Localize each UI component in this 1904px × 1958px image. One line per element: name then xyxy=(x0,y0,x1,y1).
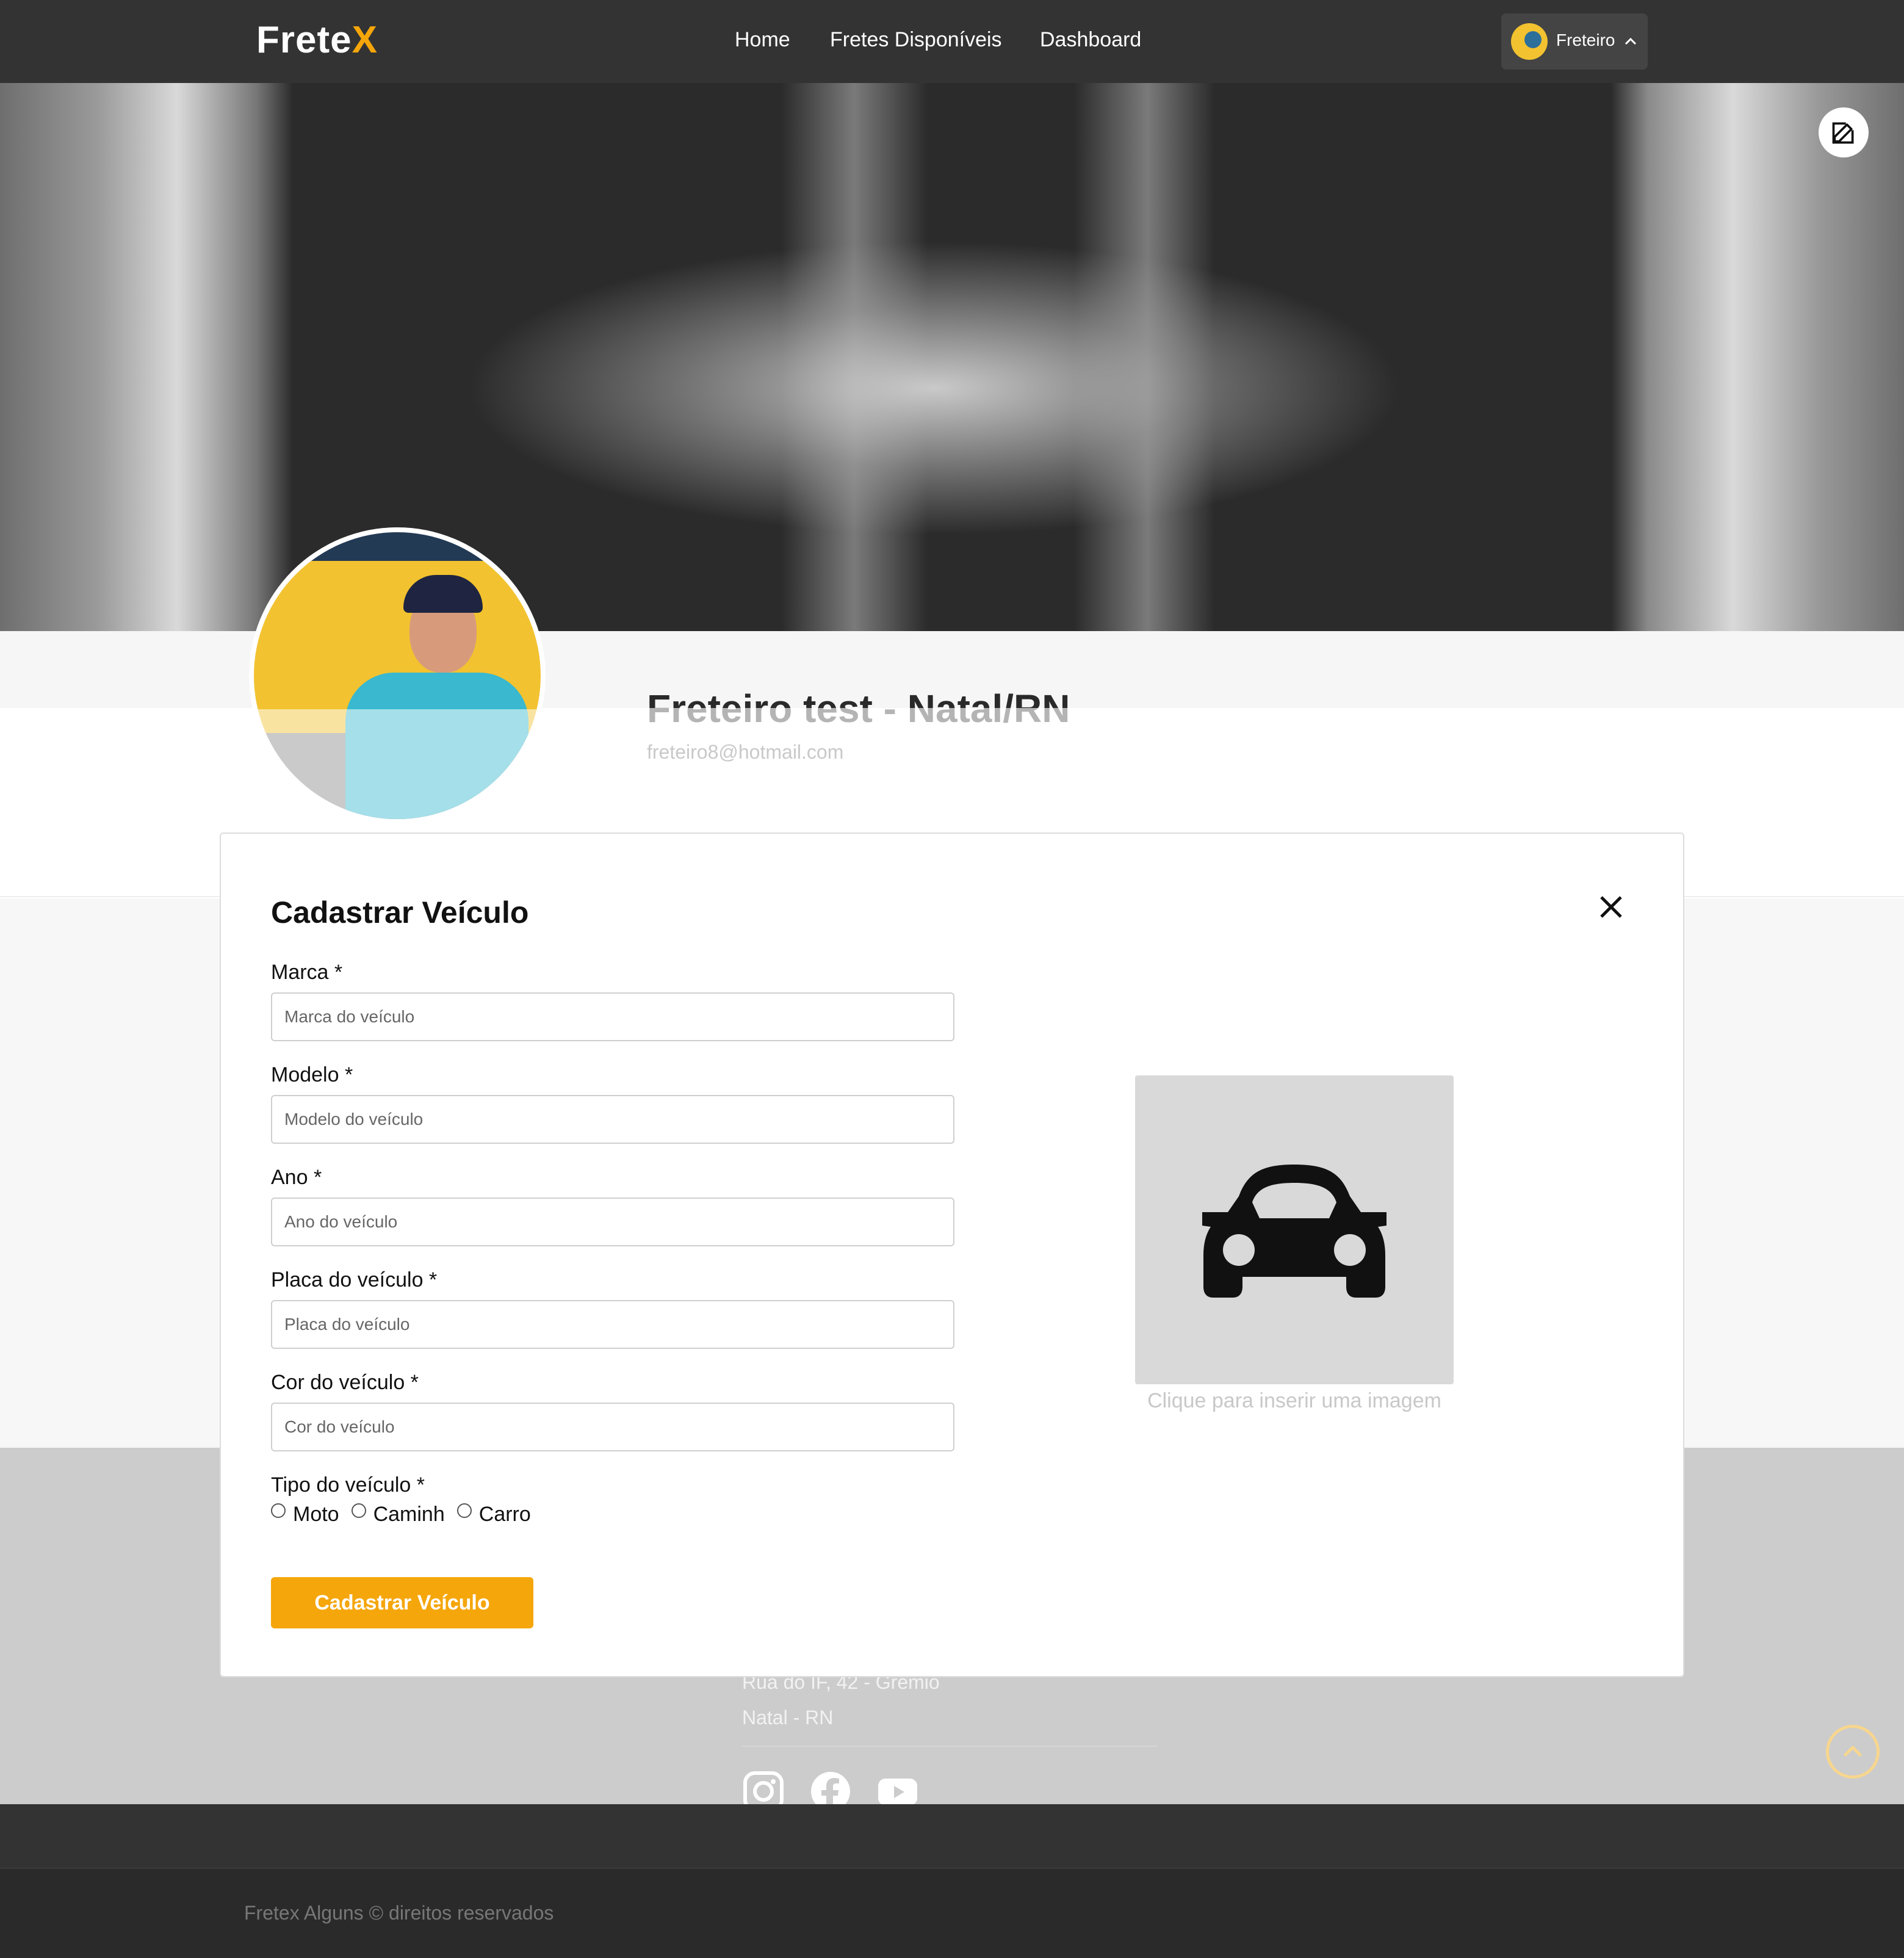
copyright-text: Fretex Alguns © direitos reservados xyxy=(244,1902,554,1924)
user-menu-label: Freteiro xyxy=(1556,31,1615,49)
profile-email: freteiro8@hotmail.com xyxy=(647,741,844,763)
brand-input[interactable] xyxy=(271,992,954,1041)
close-modal-button[interactable] xyxy=(1594,890,1628,924)
footer-dark-band xyxy=(0,1804,1904,1868)
profile-avatar[interactable] xyxy=(254,532,541,819)
register-vehicle-button[interactable]: Cadastrar Veículo xyxy=(271,1577,533,1628)
chevron-up-icon xyxy=(1623,28,1638,57)
vehicle-type-label: Tipo do veículo * xyxy=(271,1473,425,1497)
edit-icon xyxy=(1832,122,1854,144)
car-icon xyxy=(1202,1165,1387,1298)
radio-caminhao-label[interactable]: Caminh xyxy=(373,1503,445,1526)
edit-banner-button[interactable] xyxy=(1819,107,1869,157)
nav-home[interactable]: Home xyxy=(735,28,790,52)
radio-moto[interactable] xyxy=(271,1503,286,1518)
plate-input[interactable] xyxy=(271,1300,954,1349)
radio-carro-label[interactable]: Carro xyxy=(479,1503,531,1526)
color-label: Cor do veículo * xyxy=(271,1371,419,1394)
user-avatar xyxy=(1511,23,1548,60)
year-label: Ano * xyxy=(271,1166,322,1189)
plate-label: Placa do veículo * xyxy=(271,1268,438,1291)
scroll-to-top-button[interactable] xyxy=(1826,1725,1880,1779)
vehicle-type-radio-group: Moto Caminh Carro xyxy=(271,1503,543,1526)
modal-title: Cadastrar Veículo xyxy=(271,895,529,930)
color-input[interactable] xyxy=(271,1403,954,1451)
image-upload-hint: Clique para inserir uma imagem xyxy=(1147,1389,1441,1412)
radio-moto-label[interactable]: Moto xyxy=(293,1503,339,1526)
radio-carro[interactable] xyxy=(456,1503,472,1518)
nav-fretes-disponiveis[interactable]: Fretes Disponíveis xyxy=(830,28,1002,52)
chevron-up-icon xyxy=(1844,1746,1862,1757)
year-input[interactable] xyxy=(271,1198,954,1246)
user-menu-button[interactable]: Freteiro xyxy=(1501,13,1648,70)
brand-label: Marca * xyxy=(271,961,343,984)
footer-address-line2: Natal - RN xyxy=(742,1707,834,1729)
close-icon xyxy=(1600,896,1622,918)
profile-banner xyxy=(0,83,1904,631)
logo[interactable]: FreteX xyxy=(256,18,378,62)
model-label: Modelo * xyxy=(271,1063,353,1086)
nav-dashboard[interactable]: Dashboard xyxy=(1040,28,1141,52)
top-navbar: FreteX Home Fretes Disponíveis Dashboard… xyxy=(0,0,1904,83)
vehicle-image-upload[interactable] xyxy=(1135,1075,1454,1384)
register-vehicle-modal: Cadastrar Veículo Marca * Modelo * Ano *… xyxy=(220,833,1684,1677)
radio-caminhao[interactable] xyxy=(351,1503,366,1518)
model-input[interactable] xyxy=(271,1095,954,1144)
